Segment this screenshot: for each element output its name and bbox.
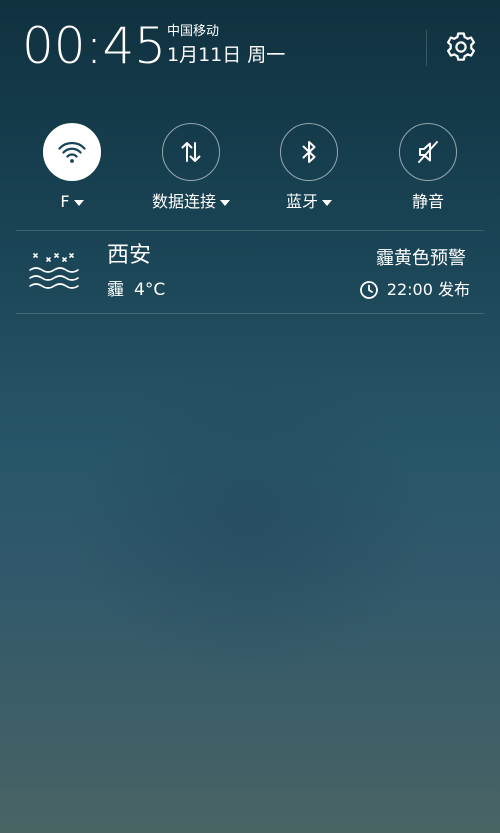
header-divider: [426, 30, 427, 66]
toggle-bluetooth-circle[interactable]: [280, 123, 338, 181]
chevron-down-icon: [322, 199, 332, 206]
weather-condition-row: 霾 4°C: [107, 279, 175, 301]
clock-time: 00:45: [22, 17, 167, 75]
data-transfer-icon: [181, 142, 201, 162]
weather-publish-label: 发布: [437, 280, 470, 299]
toggle-bluetooth-label: 蓝牙: [285, 192, 318, 211]
toggle-wifi-circle[interactable]: [43, 123, 101, 181]
toggle-mute[interactable]: 静音: [378, 123, 478, 212]
toggle-wifi-label-row[interactable]: F: [22, 192, 122, 212]
toggle-bluetooth-label-row[interactable]: 蓝牙: [259, 192, 359, 212]
chevron-down-icon: [220, 199, 230, 206]
toggle-data-label: 数据连接: [151, 192, 216, 211]
weather-condition: 霾: [107, 280, 124, 300]
toggle-mute-circle[interactable]: [399, 123, 457, 181]
weather-city: 西安: [107, 243, 152, 268]
gear-icon: [447, 32, 475, 61]
weather-temperature: 4°C: [134, 280, 166, 300]
toggle-bluetooth[interactable]: 蓝牙: [259, 123, 359, 212]
toggle-data[interactable]: 数据连接: [141, 123, 241, 212]
toggle-mute-label: 静音: [411, 192, 444, 211]
toggle-data-label-row[interactable]: 数据连接: [141, 192, 241, 212]
bluetooth-icon: [302, 141, 316, 163]
haze-icon: [29, 253, 79, 289]
weather-alert: 霾黄色预警: [376, 248, 466, 269]
toggle-mute-label-row[interactable]: 静音: [378, 192, 478, 212]
clock-icon: [359, 281, 378, 299]
weather-publish-row: 22:00 发布: [359, 279, 470, 301]
toggle-data-circle[interactable]: [162, 123, 220, 181]
chevron-down-icon: [73, 199, 84, 206]
divider-top: [16, 230, 484, 231]
date-label: 1月11日 周一: [167, 44, 286, 66]
settings-button[interactable]: [443, 29, 479, 65]
toggle-wifi[interactable]: F: [22, 123, 122, 212]
mute-icon: [418, 141, 438, 163]
weather-publish-time: 22:00: [386, 280, 433, 299]
toggle-wifi-label: F: [60, 192, 70, 211]
wifi-icon: [58, 141, 86, 163]
divider-bottom: [16, 313, 484, 314]
carrier-name: 中国移动: [167, 24, 220, 39]
